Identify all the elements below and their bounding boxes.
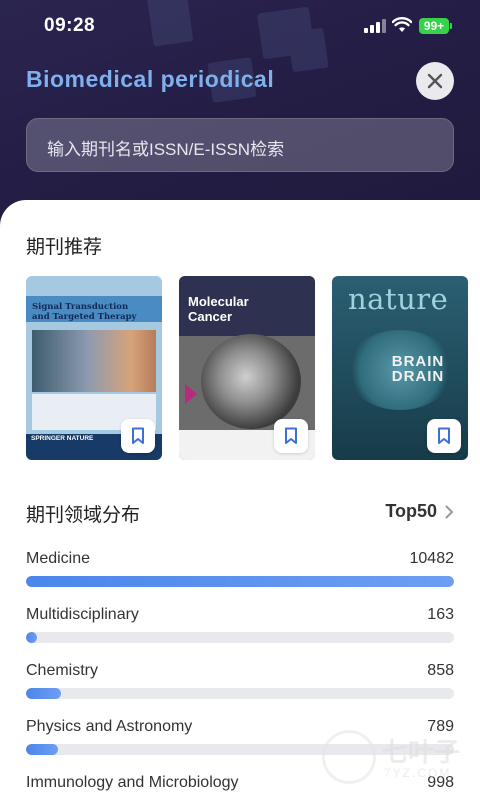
progress-track	[26, 632, 454, 643]
row-count: 163	[427, 606, 454, 623]
search-placeholder: 输入期刊名或ISSN/E-ISSN检索	[47, 140, 285, 159]
cover-title: Molecular Cancer	[188, 294, 249, 324]
chevron-right-icon	[445, 505, 453, 518]
cover-image	[201, 334, 301, 429]
bookmark-icon	[132, 427, 144, 444]
signal-icon	[364, 19, 386, 33]
watermark-logo: 七叶子 7YZ.COM	[322, 728, 472, 788]
cover-triangle	[185, 384, 197, 404]
leaf-icon	[322, 730, 376, 784]
row-label: Physics and Astronomy	[26, 718, 193, 735]
watermark-text: 七叶子	[382, 737, 461, 767]
cover-title: nature	[348, 282, 449, 316]
row-label: Medicine	[26, 550, 91, 567]
top50-label: Top50	[385, 501, 437, 521]
journal-cover-molecular-cancer[interactable]: Molecular Cancer	[179, 276, 315, 460]
status-time: 09:28	[44, 15, 96, 36]
distribution-row[interactable]: Medicine 10482	[26, 550, 454, 600]
row-label: Chemistry	[26, 662, 99, 679]
bookmark-button[interactable]	[427, 419, 461, 453]
cover-image	[32, 330, 156, 392]
page-title: Biomedical periodical	[26, 66, 275, 92]
row-label: Multidisciplinary	[26, 606, 139, 623]
progress-track	[26, 576, 454, 587]
cover-headline: BRAIN DRAIN	[391, 353, 445, 385]
distribution-row[interactable]: Multidisciplinary 163	[26, 606, 454, 656]
row-label: Immunology and Microbiology	[26, 774, 239, 791]
bookmark-icon	[438, 427, 450, 444]
search-input[interactable]: 输入期刊名或ISSN/E-ISSN检索	[26, 118, 454, 172]
progress-fill	[26, 688, 62, 699]
row-count: 858	[427, 662, 454, 679]
top50-link[interactable]: Top50	[385, 501, 454, 522]
progress-fill	[26, 576, 454, 587]
progress-track	[26, 688, 454, 699]
status-bar: 09:28 99+	[0, 0, 480, 54]
battery-icon: 99+	[419, 18, 452, 34]
journal-cover-sttt[interactable]: Signal Transduction and Targeted Therapy…	[26, 276, 162, 460]
cover-title: Signal Transduction and Targeted Therapy	[32, 302, 137, 322]
distribution-row[interactable]: Chemistry 858	[26, 662, 454, 712]
journal-cover-nature[interactable]: nature BRAIN DRAIN	[332, 276, 468, 460]
bookmark-button[interactable]	[121, 419, 155, 453]
progress-fill	[26, 632, 37, 643]
bookmark-button[interactable]	[274, 419, 308, 453]
bookmark-icon	[285, 427, 297, 444]
watermark-subtext: 7YZ.COM	[384, 766, 452, 780]
distribution-title: 期刊领域分布	[26, 505, 141, 526]
recommend-title: 期刊推荐	[26, 237, 103, 258]
progress-fill	[26, 744, 59, 755]
close-icon	[427, 73, 443, 89]
row-count: 10482	[409, 550, 455, 567]
cover-publisher: SPRINGER NATURE	[31, 435, 94, 442]
close-button[interactable]	[416, 62, 454, 100]
wifi-icon	[392, 17, 412, 32]
